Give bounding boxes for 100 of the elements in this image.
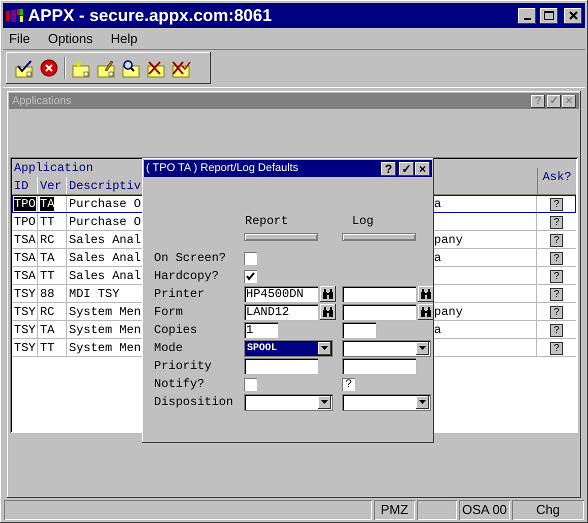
checkbox[interactable]	[244, 252, 257, 264]
input-field[interactable]	[342, 322, 376, 338]
ask-button[interactable]: ?	[550, 270, 563, 282]
field-label: Mode	[154, 340, 184, 357]
column-header: Log	[351, 213, 375, 230]
magnifier-folder-icon[interactable]	[121, 58, 141, 78]
table-cell: TSY	[14, 287, 36, 301]
dropdown-value: SPOOL	[247, 342, 278, 356]
binoculars-icon[interactable]	[418, 286, 434, 302]
maximize-icon	[544, 11, 554, 20]
field-label: Notify?	[154, 376, 206, 393]
app-logo-icon	[6, 8, 24, 24]
menu-item[interactable]: Options	[46, 28, 95, 48]
status-panel: Chg	[512, 500, 584, 520]
input-field[interactable]	[342, 304, 416, 320]
confirm-button[interactable]: ✓	[399, 162, 414, 176]
column-header[interactable]: Ask?	[537, 168, 576, 194]
dropdown[interactable]	[244, 394, 333, 410]
table-cell-text: Sales Anal	[68, 250, 142, 267]
ask-button[interactable]: ?	[550, 198, 563, 210]
table-cell: TA	[40, 323, 54, 337]
ask-button[interactable]: ?	[550, 234, 563, 246]
table-cell: RC	[40, 233, 54, 247]
field-label: Form	[154, 304, 184, 321]
window-title: APPX - secure.appx.com:8061	[28, 4, 273, 27]
binoculars-icon[interactable]	[320, 304, 336, 320]
minimize-icon	[524, 18, 530, 20]
column-header[interactable]: Ver	[38, 177, 67, 194]
input-field[interactable]: 1	[244, 322, 278, 338]
table-cell: a	[434, 323, 442, 337]
table-cell: TT	[40, 269, 54, 283]
field-label: Printer	[154, 286, 206, 303]
table-cell: TT	[40, 215, 54, 229]
ask-button[interactable]: ?	[550, 342, 563, 354]
table-cell-text: Purchase O	[68, 196, 142, 213]
table-cell: 88	[40, 287, 54, 301]
table-cell: a	[434, 197, 442, 211]
status-panel: OSA 00	[459, 500, 510, 520]
input-field[interactable]: LAND12	[244, 304, 318, 320]
table-cell: pany	[434, 305, 463, 319]
table-cell-text: System Men	[68, 322, 142, 339]
table-cell-text: System Men	[68, 304, 142, 321]
table-cell: RC	[40, 305, 54, 319]
table-cell: TSA	[14, 251, 36, 265]
checkbox[interactable]	[244, 378, 257, 390]
status-panel: PMZ	[374, 500, 415, 520]
menu-item[interactable]: Help	[108, 28, 140, 48]
field-label: On Screen?	[154, 250, 228, 267]
minimize-button[interactable]	[518, 8, 536, 24]
table-cell: TSY	[14, 323, 36, 337]
edit-folder-icon[interactable]	[96, 58, 116, 78]
checkbox[interactable]	[244, 270, 257, 282]
field-label: Disposition	[154, 394, 234, 411]
binoculars-icon[interactable]	[320, 286, 336, 302]
column-header[interactable]: ID	[12, 177, 38, 194]
field-label: Hardcopy?	[154, 268, 220, 285]
ask-button[interactable]: ?	[550, 306, 563, 318]
dialog-title: ( TPO TA ) Report/Log Defaults	[146, 161, 300, 176]
table-cell-text: Purchase O	[68, 214, 142, 231]
table-cell-text: Sales Anal	[68, 268, 142, 285]
ask-button[interactable]: ?	[550, 252, 563, 264]
ok-folder-icon[interactable]	[14, 58, 34, 78]
table-cell: a	[434, 251, 442, 265]
dropdown[interactable]: SPOOL	[244, 340, 333, 356]
ask-button[interactable]: ?	[550, 324, 563, 336]
close-button[interactable]: ×	[415, 162, 430, 176]
question-box[interactable]: ?	[342, 378, 355, 390]
binoculars-icon[interactable]	[418, 304, 434, 320]
table-cell: TPO	[14, 197, 36, 211]
table-cell: TPO	[14, 215, 36, 229]
dropdown[interactable]	[342, 394, 431, 410]
column-group-header: Application	[13, 160, 94, 177]
input-field[interactable]: HP4500DN	[244, 286, 318, 302]
input-field[interactable]	[244, 358, 318, 374]
dropdown[interactable]	[342, 340, 431, 356]
input-field[interactable]	[342, 358, 416, 374]
cancel-icon[interactable]	[39, 58, 59, 78]
table-cell: TA	[40, 251, 54, 265]
input-field[interactable]	[342, 286, 416, 302]
table-cell: pany	[434, 233, 463, 247]
close-button[interactable]	[564, 8, 582, 24]
table-cell-text: Sales Anal	[68, 232, 142, 249]
ask-button[interactable]: ?	[550, 288, 563, 300]
field-label: Priority	[154, 358, 213, 375]
table-cell: TT	[40, 341, 54, 355]
table-cell: TSY	[14, 341, 36, 355]
inner-window-title: Applications	[12, 94, 72, 109]
help-button[interactable]: ?	[381, 162, 396, 176]
table-cell: TSA	[14, 269, 36, 283]
close-icon	[568, 11, 578, 20]
field-label: Copies	[154, 322, 198, 339]
status-panel	[417, 500, 457, 520]
menu-item[interactable]: File	[7, 28, 32, 48]
maximize-button[interactable]	[540, 8, 558, 24]
table-cell: TSY	[14, 305, 36, 319]
new-folder-icon[interactable]	[71, 58, 91, 78]
table-cell-text: MDI TSY	[68, 286, 120, 303]
column-header: Report	[244, 213, 290, 230]
table-cell-text: System Men	[68, 340, 142, 357]
ask-button[interactable]: ?	[550, 216, 563, 228]
